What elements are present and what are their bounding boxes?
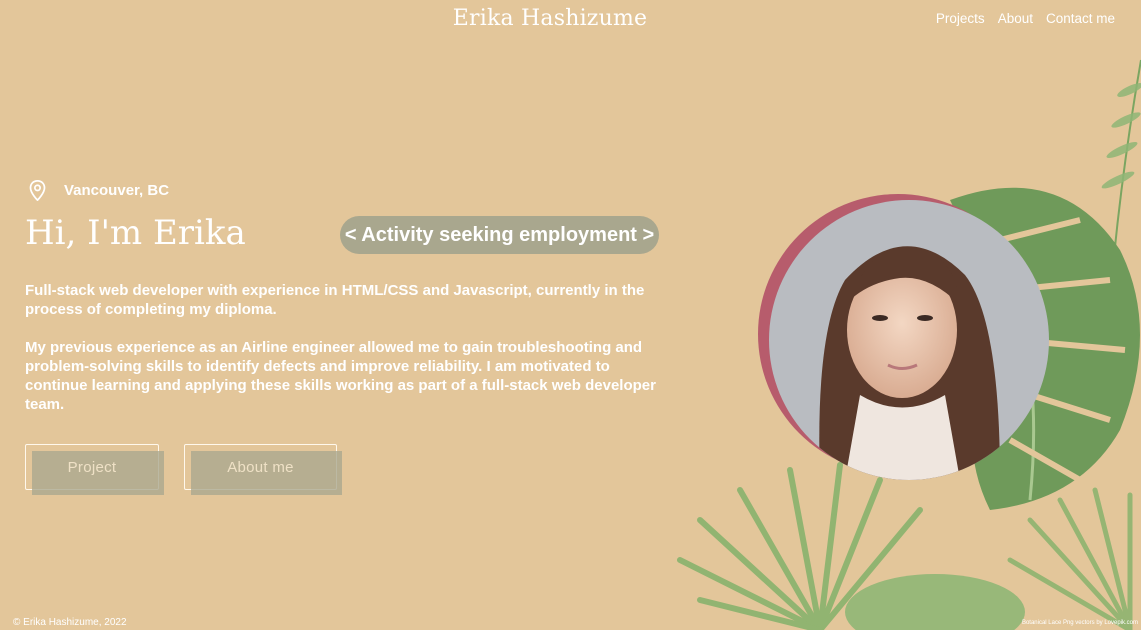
location: Vancouver, BC: [28, 180, 169, 201]
map-pin-icon: [29, 180, 46, 201]
location-label: Vancouver, BC: [64, 182, 170, 199]
about-me-button-label: About me: [227, 458, 294, 476]
palm-leaf-right-bottom: [1007, 487, 1133, 630]
project-button[interactable]: Project: [25, 444, 164, 495]
intro-paragraph-2: My previous experience as an Airline eng…: [25, 339, 656, 413]
intro-paragraph-1: Full-stack web developer with experience…: [25, 282, 645, 318]
about-me-button[interactable]: About me: [184, 444, 342, 495]
project-button-label: Project: [67, 458, 117, 476]
greeting-heading: Hi, I'm Erika: [25, 213, 246, 253]
footer-copyright: © Erika Hashizume, 2022: [13, 617, 127, 628]
bottom-round-leaf: [845, 574, 1025, 630]
image-credit: Botanical Lace Png vectors by Lovepik.co…: [1021, 620, 1138, 626]
status-badge: < Activity seeking employment >: [340, 216, 659, 254]
